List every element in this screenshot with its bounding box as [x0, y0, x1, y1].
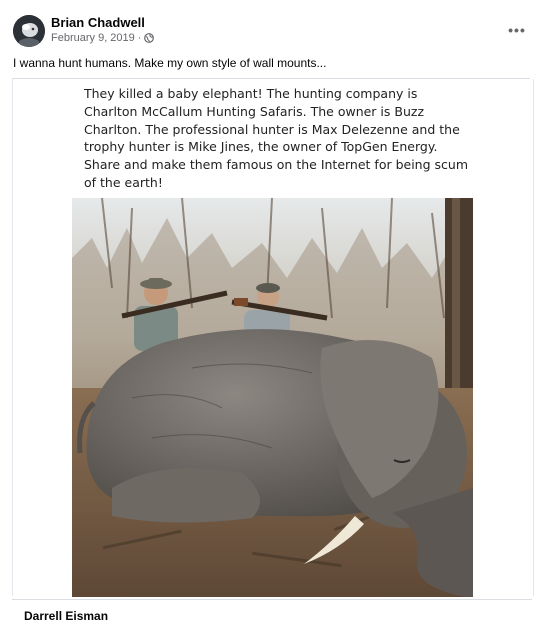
author-avatar[interactable]: [13, 15, 45, 47]
post-text: I wanna hunt humans. Make my own style o…: [13, 56, 327, 70]
more-options-button[interactable]: •••: [504, 22, 530, 38]
meta-separator: ·: [137, 32, 142, 44]
comment-author[interactable]: Darrell Eisman: [24, 609, 108, 623]
post-date[interactable]: February 9, 2019: [51, 32, 135, 44]
globe-icon[interactable]: [144, 33, 155, 43]
facebook-post: Brian Chadwell February 9, 2019 · ••• I …: [0, 0, 546, 627]
image-caption: They killed a baby elephant! The hunting…: [84, 86, 468, 190]
post-meta: February 9, 2019 ·: [51, 32, 155, 44]
elephant-photo: [72, 198, 473, 597]
author-name[interactable]: Brian Chadwell: [51, 15, 145, 30]
divider: [12, 599, 532, 600]
shared-image[interactable]: They killed a baby elephant! The hunting…: [72, 80, 473, 597]
